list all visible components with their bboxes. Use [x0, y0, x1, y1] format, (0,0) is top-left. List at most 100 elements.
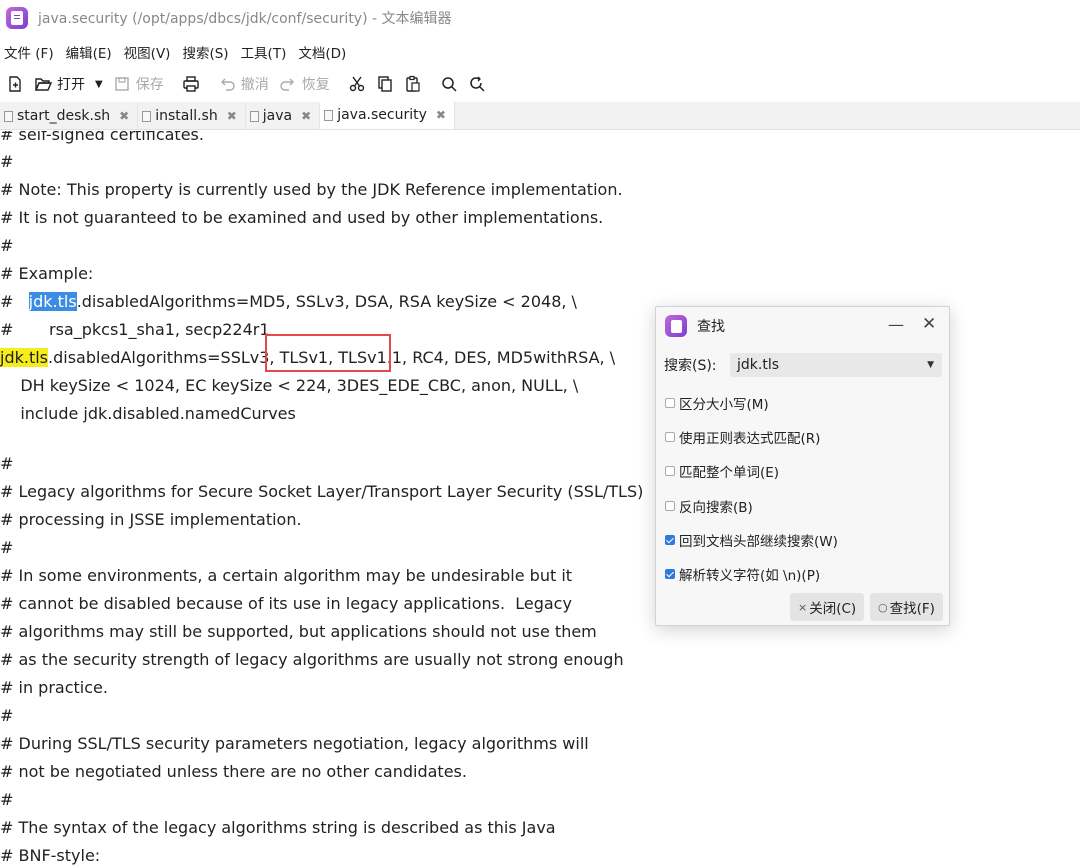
close-icon[interactable]: ✕ [922, 314, 936, 334]
document-tabs: start_desk.sh ✖ install.sh ✖ java ✖ java… [0, 101, 1080, 130]
close-tab-icon[interactable]: ✖ [227, 109, 237, 123]
option-wrap-around[interactable]: 回到文档头部继续搜索(W) [665, 530, 838, 550]
tab-label: java [262, 108, 293, 124]
editor-line: # It is not guaranteed to be examined an… [0, 208, 604, 227]
open-button[interactable]: 打开 [34, 71, 85, 97]
close-button[interactable]: × 关闭(C) [790, 593, 865, 621]
menu-tools[interactable]: 工具(T) [237, 42, 293, 62]
menu-file[interactable]: 文件 (F) [0, 42, 60, 62]
redo-button[interactable]: 恢复 [279, 71, 330, 97]
text-editor-app-icon [665, 315, 687, 337]
save-label: 保存 [135, 77, 164, 93]
menu-search[interactable]: 搜索(S) [178, 42, 234, 62]
editor-line: # self-signed certificates. [0, 131, 204, 144]
print-button[interactable] [182, 71, 200, 97]
printer-icon [183, 76, 199, 92]
option-label: 解析转义字符(如 \n)(P) [679, 568, 821, 584]
editor-line: # [0, 538, 14, 557]
checkbox-regex[interactable] [665, 432, 675, 442]
toolbar: 打开 ▼ 保存 撤消 恢复 [0, 68, 1080, 100]
document-icon [4, 110, 13, 122]
search-icon [441, 77, 457, 92]
line-prefix: # [0, 292, 29, 311]
search-row: 搜索(S): jdk.tls ▼ [664, 353, 942, 377]
search-input[interactable]: jdk.tls [737, 357, 779, 373]
document-icon [249, 110, 259, 122]
undo-icon [220, 78, 235, 91]
option-whole-word[interactable]: 匹配整个单词(E) [665, 461, 779, 481]
option-match-case[interactable]: 区分大小写(M) [665, 393, 769, 413]
option-label: 使用正则表达式匹配(R) [679, 431, 821, 447]
checkbox-escape-sequences[interactable] [665, 569, 675, 579]
replace-button[interactable] [468, 71, 486, 97]
redo-icon [280, 78, 294, 91]
editor-line: # The syntax of the legacy algorithms st… [0, 818, 556, 837]
editor-line: # as the security strength of legacy alg… [0, 650, 624, 669]
redo-label: 恢复 [301, 77, 330, 93]
option-regex[interactable]: 使用正则表达式匹配(R) [665, 427, 820, 447]
editor-line: # [0, 454, 14, 473]
save-button[interactable]: 保存 [113, 71, 164, 97]
document-icon [324, 109, 334, 121]
window-title: java.security (/opt/apps/dbcs/jdk/conf/s… [38, 11, 452, 27]
find-replace-icon [469, 76, 485, 92]
find-dialog: 查找 — ✕ 搜索(S): jdk.tls ▼ 区分大小写(M) 使用正则表达式… [655, 306, 950, 626]
editor-line: # algorithms may still be supported, but… [0, 622, 597, 641]
tab-start-desk-sh[interactable]: start_desk.sh ✖ [0, 103, 139, 129]
editor-line: # [0, 236, 14, 255]
open-label: 打开 [57, 77, 85, 93]
close-button-label: 关闭(C) [809, 601, 857, 617]
menu-bar: 文件 (F) 编辑(E) 视图(V) 搜索(S) 工具(T) 文档(D) [0, 38, 354, 66]
tab-label: start_desk.sh [17, 108, 111, 124]
paste-icon [406, 75, 420, 92]
undo-label: 撤消 [240, 77, 269, 93]
close-tab-icon[interactable]: ✖ [436, 108, 446, 122]
editor-line: # During SSL/TLS security parameters neg… [0, 734, 589, 753]
editor-line: # rsa_pkcs1_sha1, secp224r1 [0, 320, 270, 339]
save-icon [115, 77, 129, 91]
checkbox-wrap-around[interactable] [665, 535, 675, 545]
search-icon: ○ [878, 600, 888, 614]
editor-line: # in practice. [0, 678, 108, 697]
menu-view[interactable]: 视图(V) [120, 42, 177, 62]
folder-open-icon [34, 78, 52, 91]
option-label: 区分大小写(M) [679, 397, 769, 413]
tab-java[interactable]: java ✖ [246, 103, 321, 129]
new-file-button[interactable] [6, 71, 24, 97]
paste-button[interactable] [404, 71, 422, 97]
checkbox-search-backwards[interactable] [665, 501, 675, 511]
editor-line: # BNF-style: [0, 846, 101, 865]
checkbox-whole-word[interactable] [665, 466, 675, 476]
tab-java-security[interactable]: java.security ✖ [320, 101, 455, 129]
dialog-header: 查找 [656, 307, 949, 345]
find-button[interactable]: ○ 查找(F) [870, 593, 943, 621]
menu-edit[interactable]: 编辑(E) [62, 42, 118, 62]
caret-down-icon: ▼ [95, 78, 103, 90]
new-file-icon [9, 76, 21, 92]
option-escape-sequences[interactable]: 解析转义字符(如 \n)(P) [665, 564, 820, 584]
dialog-title: 查找 [697, 319, 725, 335]
editor-line: # In some environments, a certain algori… [0, 566, 573, 585]
copy-button[interactable] [376, 71, 394, 97]
editor-line-current-match: # jdk.tls.disabledAlgorithms=MD5, SSLv3,… [0, 288, 577, 316]
cut-button[interactable] [348, 71, 366, 97]
dropdown-arrow-icon[interactable]: ▼ [927, 360, 934, 370]
tab-install-sh[interactable]: install.sh ✖ [138, 103, 246, 129]
find-button[interactable] [440, 71, 458, 97]
minimize-icon[interactable]: — [888, 315, 904, 334]
tab-label: install.sh [155, 108, 218, 124]
close-tab-icon[interactable]: ✖ [119, 109, 129, 123]
editor-line: # Legacy algorithms for Secure Socket La… [0, 482, 644, 501]
title-bar: java.security (/opt/apps/dbcs/jdk/conf/s… [0, 0, 1080, 36]
option-search-backwards[interactable]: 反向搜索(B) [665, 496, 753, 516]
search-match-current: jdk.tls [28, 292, 77, 311]
search-combobox[interactable]: jdk.tls ▼ [730, 353, 942, 377]
close-tab-icon[interactable]: ✖ [301, 109, 311, 123]
open-dropdown-button[interactable]: ▼ [95, 71, 103, 97]
undo-button[interactable]: 撤消 [218, 71, 269, 97]
option-label: 反向搜索(B) [679, 500, 753, 516]
find-button-label: 查找(F) [889, 601, 935, 617]
menu-document[interactable]: 文档(D) [294, 42, 352, 62]
checkbox-match-case[interactable] [665, 398, 675, 408]
scissors-icon [349, 76, 364, 92]
